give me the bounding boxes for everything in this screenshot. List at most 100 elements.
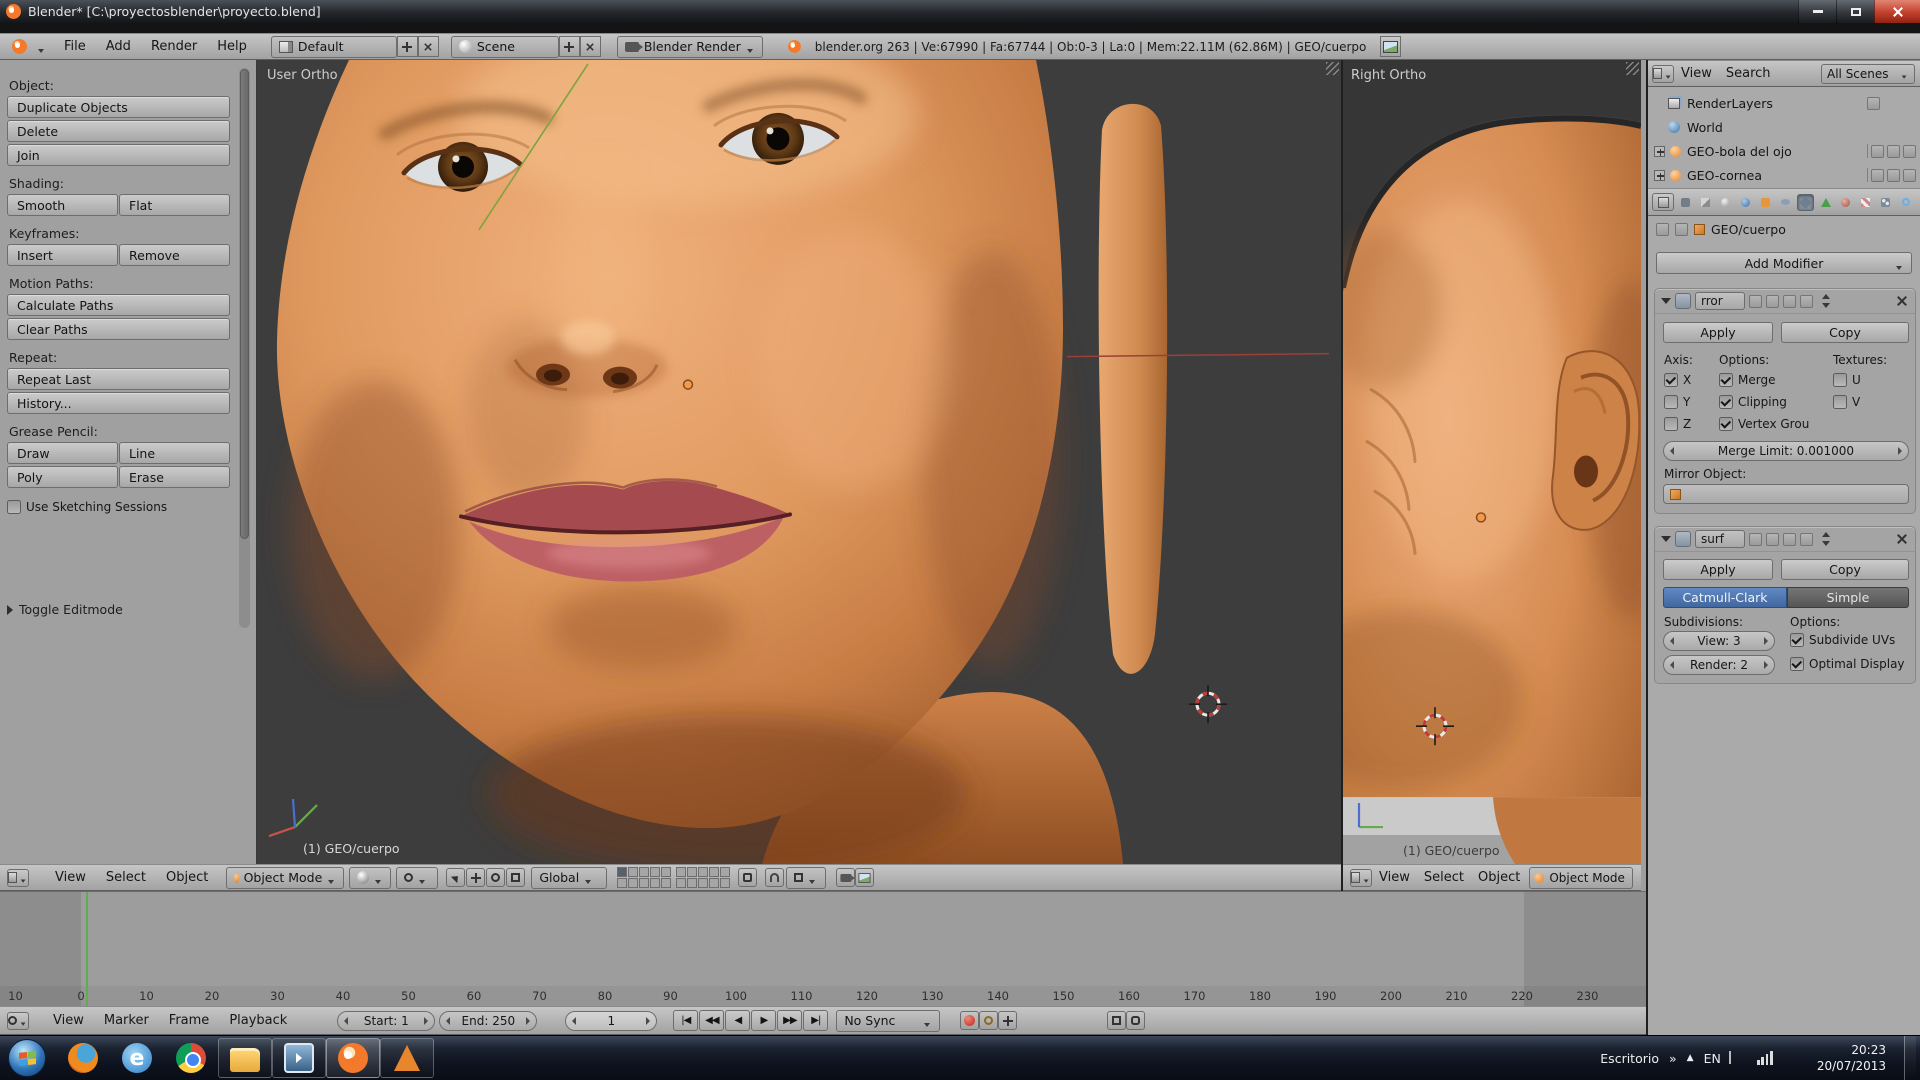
minimize-button[interactable] <box>1798 0 1836 23</box>
tab-object[interactable] <box>1757 194 1774 211</box>
jump-to-end-button[interactable]: ▶| <box>803 1010 828 1031</box>
collapse-arrow-icon[interactable] <box>1661 536 1671 542</box>
tab-world[interactable] <box>1737 194 1754 211</box>
taskbar-chrome[interactable] <box>164 1038 218 1078</box>
menu-view[interactable]: View <box>43 1013 94 1028</box>
menu-playback[interactable]: Playback <box>219 1013 297 1028</box>
subsurf-modifier-header[interactable]: surf <box>1655 527 1915 552</box>
history-button[interactable]: History... <box>7 392 230 414</box>
mirror-copy-button[interactable]: Copy <box>1781 322 1909 343</box>
render-opengl-anim-button[interactable] <box>855 868 874 887</box>
menu-object[interactable]: Object <box>1471 870 1527 885</box>
view-subdivisions-field[interactable]: View: 3 <box>1663 631 1775 651</box>
axis-y-checkbox[interactable] <box>1664 395 1678 409</box>
current-frame-indicator[interactable] <box>86 892 88 1006</box>
insert-keyframe-button[interactable]: Insert <box>7 244 118 266</box>
menu-render[interactable]: Render <box>141 39 207 54</box>
menu-select[interactable]: Select <box>96 870 156 885</box>
add-modifier-button[interactable]: Add Modifier <box>1656 252 1912 274</box>
editor-type-button[interactable] <box>7 1012 29 1030</box>
menu-view[interactable]: View <box>1674 66 1719 81</box>
delete-modifier-icon[interactable] <box>1895 532 1909 546</box>
merge-checkbox[interactable] <box>1719 373 1733 387</box>
insert-keyframe-button[interactable] <box>998 1011 1017 1030</box>
editor-type-button[interactable] <box>1652 193 1674 211</box>
region-split-corner[interactable] <box>1626 62 1639 75</box>
frame-end-field[interactable]: End: 250 <box>439 1011 537 1031</box>
grease-poly-button[interactable]: Poly <box>7 466 118 488</box>
collapse-arrow-icon[interactable] <box>1661 298 1671 304</box>
tab-texture[interactable] <box>1857 194 1874 211</box>
join-button[interactable]: Join <box>7 144 230 166</box>
scrollbar-thumb[interactable] <box>240 69 249 539</box>
mirror-modifier-header[interactable]: rror <box>1655 289 1915 314</box>
grease-erase-button[interactable]: Erase <box>119 466 230 488</box>
outliner-item-renderlayers[interactable]: RenderLayers <box>1648 91 1920 115</box>
taskbar-firefox[interactable] <box>56 1038 110 1078</box>
layout-delete-button[interactable] <box>418 36 439 57</box>
cage-icon[interactable] <box>1800 295 1813 308</box>
next-keyframe-button[interactable]: ▶▶ <box>777 1010 802 1031</box>
calculate-paths-button[interactable]: Calculate Paths <box>7 294 230 316</box>
menu-marker[interactable]: Marker <box>94 1013 159 1028</box>
tab-modifiers[interactable] <box>1797 194 1814 211</box>
snap-toggle-button[interactable] <box>765 868 784 887</box>
snap-element-selector[interactable] <box>786 867 826 889</box>
editor-type-button[interactable] <box>6 39 46 54</box>
menu-help[interactable]: Help <box>207 39 257 54</box>
scene-add-button[interactable] <box>559 36 580 57</box>
grease-draw-button[interactable]: Draw <box>7 442 118 464</box>
menu-select[interactable]: Select <box>1417 870 1471 885</box>
delete-button[interactable]: Delete <box>7 120 230 142</box>
scale-manipulator-button[interactable] <box>506 868 525 887</box>
render-opengl-button[interactable] <box>836 868 855 887</box>
sketching-sessions-checkbox[interactable] <box>7 500 21 514</box>
tab-physics[interactable] <box>1897 194 1914 211</box>
mode-selector[interactable]: Object Mode <box>226 867 344 889</box>
layers-widget[interactable] <box>617 867 730 888</box>
menu-frame[interactable]: Frame <box>159 1013 220 1028</box>
mirror-object-field[interactable] <box>1663 484 1909 504</box>
menu-file[interactable]: File <box>54 39 96 54</box>
mirror-apply-button[interactable]: Apply <box>1663 322 1773 343</box>
optimal-display-checkbox[interactable] <box>1790 657 1804 671</box>
modifier-name-field[interactable]: rror <box>1695 292 1745 310</box>
render-subdivisions-field[interactable]: Render: 2 <box>1663 655 1775 675</box>
paste-pose-button[interactable] <box>1126 1011 1145 1030</box>
flag-tray-icon[interactable] <box>1731 1051 1747 1065</box>
subsurf-copy-button[interactable]: Copy <box>1781 559 1909 580</box>
expand-toggle-icon[interactable] <box>1654 170 1665 181</box>
record-button[interactable] <box>960 1011 979 1030</box>
render-restrict-icon[interactable] <box>1903 169 1916 182</box>
region-split-corner[interactable] <box>1326 62 1339 75</box>
duplicate-objects-button[interactable]: Duplicate Objects <box>7 96 230 118</box>
mode-selector[interactable]: Object Mode <box>1529 867 1633 889</box>
axis-x-checkbox[interactable] <box>1664 373 1678 387</box>
translate-manipulator-button[interactable] <box>466 868 485 887</box>
render-visibility-icon[interactable] <box>1749 295 1762 308</box>
screencast-button[interactable] <box>1380 36 1401 57</box>
taskbar-blender[interactable] <box>326 1038 380 1078</box>
viewport-visibility-icon[interactable] <box>1766 295 1779 308</box>
toggle-editmode-panel[interactable]: Toggle Editmode <box>7 602 230 617</box>
lock-to-scene-button[interactable] <box>738 868 757 887</box>
move-modifier-arrows[interactable] <box>1821 531 1832 547</box>
visibility-eye-icon[interactable] <box>1887 169 1900 182</box>
clear-paths-button[interactable]: Clear Paths <box>7 318 230 340</box>
delete-modifier-icon[interactable] <box>1895 294 1909 308</box>
editor-type-button[interactable] <box>1350 869 1372 887</box>
tab-render-layers[interactable] <box>1697 194 1714 211</box>
editor-type-button[interactable] <box>7 869 29 887</box>
rotate-manipulator-button[interactable] <box>486 868 505 887</box>
pivot-point-selector[interactable] <box>396 867 438 889</box>
cage-icon[interactable] <box>1800 533 1813 546</box>
viewport-side-canvas[interactable] <box>1343 60 1641 864</box>
axis-z-checkbox[interactable] <box>1664 417 1678 431</box>
menu-add[interactable]: Add <box>96 39 141 54</box>
viewport-visibility-icon[interactable] <box>1766 533 1779 546</box>
clipping-checkbox[interactable] <box>1719 395 1733 409</box>
toolbar-chevron[interactable]: » <box>1669 1051 1677 1066</box>
taskbar-explorer[interactable] <box>218 1038 272 1078</box>
play-button[interactable]: ▶ <box>751 1010 776 1031</box>
outliner-item-geo-cornea[interactable]: GEO-cornea <box>1648 163 1920 187</box>
